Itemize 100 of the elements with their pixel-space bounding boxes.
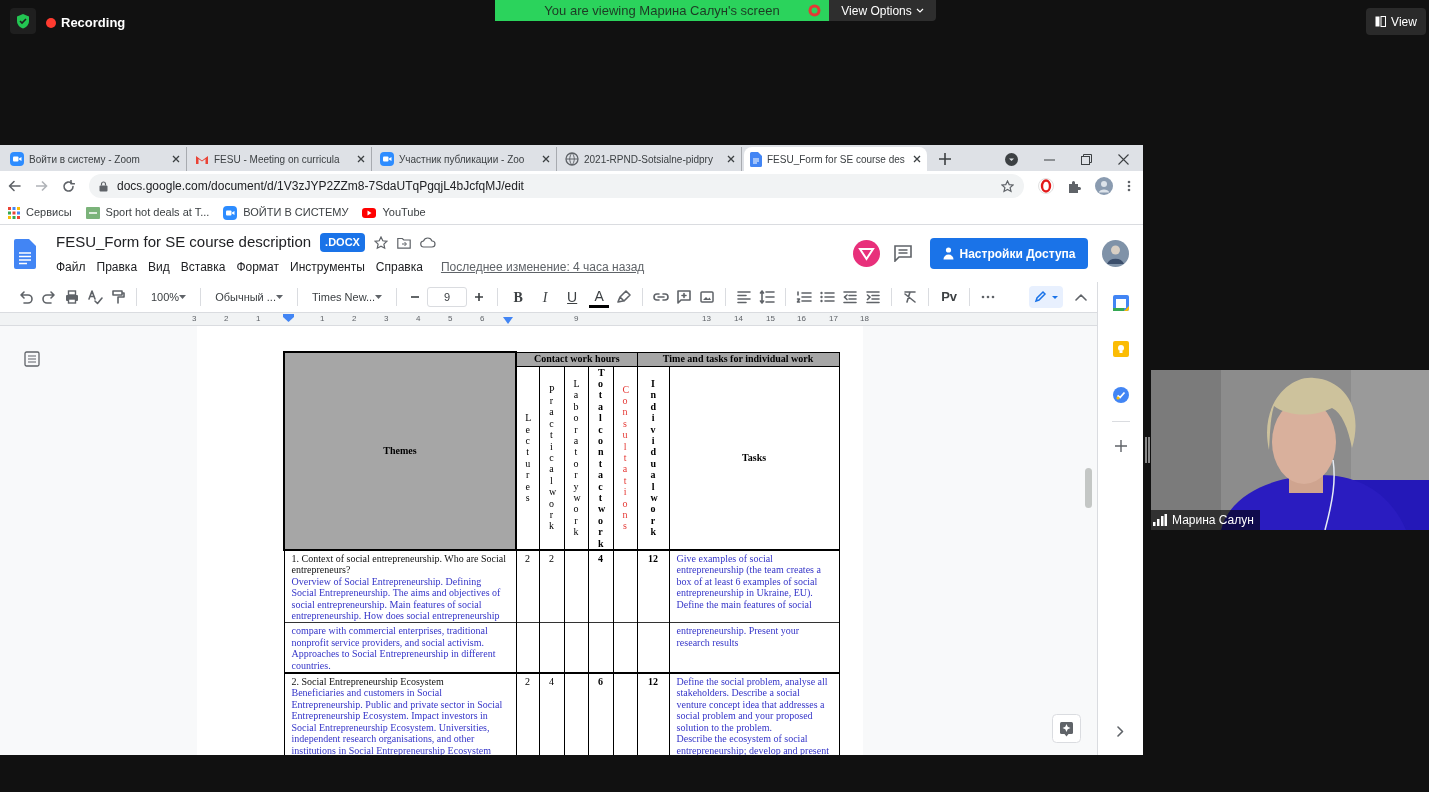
menu-item[interactable]: Вставка (180, 257, 226, 276)
edit-mode-icon[interactable] (1029, 286, 1063, 308)
close-icon[interactable] (1118, 153, 1129, 165)
print-icon[interactable] (64, 289, 80, 305)
resize-handle[interactable] (1145, 437, 1150, 463)
task-text: Define the social problem, analyse all stakeholders. Describe a social venture concept idea that addresses a social problem and your proposed solution to the problem. Describe the ecosystem of social entrepreneurship; develop and present (676, 676, 830, 755)
close-icon[interactable] (542, 155, 550, 163)
hours-value: 2 (525, 553, 530, 564)
ruler[interactable]: 3 2 1 1 2 3 4 5 6 9 13 14 15 16 17 18 (0, 312, 1097, 326)
bookmark[interactable]: YouTube (382, 204, 426, 221)
spellcheck-icon[interactable] (87, 289, 103, 305)
last-edit-link[interactable]: Последнее изменение: 4 часа назад (440, 257, 645, 276)
share-button[interactable]: Настройки Доступа (930, 238, 1088, 269)
menu-item[interactable]: Файл (56, 257, 86, 276)
add-icon[interactable] (1114, 440, 1127, 452)
explore-icon[interactable] (1052, 714, 1081, 743)
file-type-badge: .DOCX (320, 233, 365, 252)
view-options-button[interactable]: View Options (829, 0, 936, 21)
docs-logo-icon[interactable] (14, 238, 36, 269)
account-avatar-icon[interactable] (1102, 240, 1129, 267)
envelope-icon (195, 153, 209, 165)
browser-tab[interactable]: 2021-RPND-Sotsialne-pidpry (559, 147, 742, 171)
font-size-field[interactable]: 9 (427, 287, 468, 307)
ruler-number: 14 (734, 313, 743, 325)
image-icon[interactable] (699, 289, 716, 305)
bookmark[interactable]: Sport hot deals at T... (105, 204, 210, 221)
star-icon[interactable] (373, 235, 388, 250)
tasks-icon[interactable] (1112, 387, 1129, 403)
line-spacing-icon[interactable] (759, 289, 776, 305)
underline-button[interactable]: U (562, 286, 583, 308)
indent-marker-icon[interactable] (283, 314, 294, 322)
collapse-icon[interactable] (1075, 293, 1087, 301)
column-header: Consultations (622, 383, 628, 532)
add-comment-icon[interactable] (676, 289, 693, 305)
style-dropdown[interactable]: Обычный ... (211, 286, 287, 308)
opera-icon[interactable] (1038, 178, 1054, 194)
scrollbar-thumb[interactable] (1085, 468, 1092, 508)
restore-icon[interactable] (1081, 153, 1092, 165)
browser-tab[interactable]: Войти в систему - Zoom (4, 147, 187, 171)
hours-value: 6 (598, 676, 603, 688)
outline-icon[interactable] (24, 351, 40, 367)
view-button[interactable]: View (1366, 8, 1426, 35)
menu-item[interactable]: Справка (375, 257, 423, 276)
decrease-indent-icon[interactable] (842, 289, 859, 305)
redo-icon[interactable] (41, 289, 57, 305)
chevron-right-icon[interactable] (1117, 726, 1124, 737)
profile-menu-icon[interactable] (1005, 152, 1018, 166)
close-icon[interactable] (172, 155, 180, 163)
ruler-number: 1 (256, 313, 261, 325)
close-icon[interactable] (357, 155, 365, 163)
person-icon (942, 247, 954, 260)
clear-formatting-icon[interactable] (902, 289, 919, 305)
close-icon[interactable] (913, 155, 921, 163)
paint-format-icon[interactable] (110, 289, 126, 305)
puzzle-icon[interactable] (1068, 179, 1081, 193)
task-text: Give examples of social entrepreneurship (the team creates a box of at least 6 examples of social entrepreneurship in Ukraine, EU). Define the main features of social (676, 553, 822, 611)
close-icon[interactable] (727, 155, 735, 163)
menu-item[interactable]: Формат (236, 257, 280, 276)
browser-tab[interactable]: FESU - Meeting on curricula (189, 147, 372, 171)
numbered-list-icon[interactable] (796, 289, 813, 305)
ruler-number: 17 (829, 313, 838, 325)
browser-tab[interactable]: Участник публикации - Zoo (374, 147, 557, 171)
bold-button[interactable]: B (508, 286, 529, 308)
font-dropdown[interactable]: Times New... (308, 286, 387, 308)
bulleted-list-icon[interactable] (819, 289, 836, 305)
avatar-icon[interactable] (1095, 177, 1113, 195)
calendar-icon[interactable] (1112, 295, 1129, 311)
new-tab-icon[interactable] (939, 153, 951, 165)
menu-item[interactable]: Вид (148, 257, 170, 276)
menu-item[interactable]: Правка (96, 257, 138, 276)
indent-marker-icon[interactable] (503, 317, 513, 324)
extension-badge-icon[interactable] (853, 240, 880, 267)
video-camera-icon (380, 152, 394, 166)
star-icon[interactable] (1001, 179, 1014, 193)
more-icon[interactable] (1127, 180, 1131, 192)
zoom-dropdown[interactable]: 100% (147, 286, 191, 308)
back-icon[interactable] (8, 180, 21, 192)
column-header: Total contact work (598, 366, 603, 549)
align-icon[interactable] (736, 289, 753, 305)
italic-button[interactable]: I (535, 286, 556, 308)
folder-icon[interactable] (396, 236, 411, 249)
increase-indent-icon[interactable] (865, 289, 882, 305)
address-bar[interactable]: docs.google.com/document/d/1V3zJYP2ZZm8-7SdaUTqPgqjL4bJcfqMJ/edit (89, 174, 1024, 198)
apps-grid-icon (8, 206, 20, 219)
bookmark[interactable]: Сервисы (26, 204, 72, 221)
bookmark[interactable]: ВОЙТИ В СИСТЕМУ (243, 204, 349, 221)
task-text: entrepreneurship. Present your research results (676, 625, 800, 649)
hours-value: 4 (598, 553, 603, 564)
screen-share-banner: You are viewing Марина Салун's screen (495, 0, 829, 21)
browser-tab[interactable]: FESU_Form for SE course des (744, 147, 927, 171)
undo-icon[interactable] (18, 289, 34, 305)
highlighter-icon[interactable] (616, 289, 633, 305)
menu-item[interactable]: Инструменты (290, 257, 365, 276)
hours-value: 4 (549, 676, 554, 688)
cloud-icon[interactable] (419, 237, 436, 248)
input-tools-button[interactable]: Pv (939, 287, 960, 307)
document-title[interactable]: FESU_Form for SE course description (56, 231, 312, 254)
comment-icon[interactable] (894, 245, 912, 262)
text-color-button[interactable]: A (589, 286, 610, 308)
reload-icon[interactable] (62, 179, 75, 193)
